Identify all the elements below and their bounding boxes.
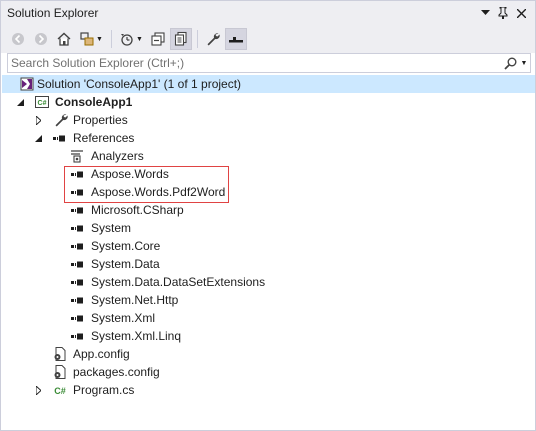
- reference-label: Aspose.Words: [91, 167, 169, 181]
- tree-item-file[interactable]: App.config: [2, 345, 535, 363]
- reference-label: System.Xml: [91, 311, 156, 325]
- tree-item-reference[interactable]: System.Xml: [2, 309, 535, 327]
- collapse-all-icon[interactable]: [147, 28, 169, 50]
- collapsed-arrow-icon[interactable]: [31, 111, 45, 129]
- assembly-reference-icon: [70, 184, 86, 200]
- solution-explorer-panel: Solution Explorer ▼ ▼ Search Solution Ex…: [0, 0, 536, 431]
- properties-wrench-icon[interactable]: [202, 28, 224, 50]
- show-all-files-icon[interactable]: [170, 28, 192, 50]
- tree-item-solution[interactable]: Solution 'ConsoleApp1' (1 of 1 project): [2, 75, 535, 93]
- panel-title: Solution Explorer: [7, 6, 99, 20]
- assembly-reference-icon: [70, 292, 86, 308]
- tree-item-reference[interactable]: System.Data: [2, 255, 535, 273]
- search-options-dropdown-icon[interactable]: ▼: [518, 60, 530, 67]
- svg-text:C#: C#: [54, 386, 66, 396]
- solution-label: Solution 'ConsoleApp1' (1 of 1 project): [37, 77, 242, 91]
- reference-label: System: [91, 221, 132, 235]
- expanded-arrow-icon[interactable]: [31, 129, 45, 147]
- reference-label: System.Xml.Linq: [91, 329, 182, 343]
- file-label: packages.config: [73, 365, 160, 379]
- csharp-project-icon: C#: [34, 94, 50, 110]
- csharp-file-icon: C#: [52, 382, 68, 398]
- toolbar-separator: [197, 30, 198, 48]
- tree-item-properties[interactable]: Properties: [2, 111, 535, 129]
- back-icon[interactable]: [7, 28, 29, 50]
- assembly-reference-icon: [70, 328, 86, 344]
- assembly-reference-icon: [70, 310, 86, 326]
- tree-item-reference[interactable]: Aspose.Words.Pdf2Word: [2, 183, 535, 201]
- reference-label: Aspose.Words.Pdf2Word: [91, 185, 226, 199]
- svg-text:C#: C#: [38, 100, 47, 107]
- assembly-reference-icon: [70, 220, 86, 236]
- reference-label: Analyzers: [91, 149, 144, 163]
- assembly-reference-icon: [70, 166, 86, 182]
- config-file-icon: [52, 364, 68, 380]
- tree-item-reference[interactable]: Analyzers: [2, 147, 535, 165]
- reference-label: System.Net.Http: [91, 293, 179, 307]
- switch-views-icon[interactable]: ▼: [76, 28, 106, 50]
- file-label: App.config: [73, 347, 130, 361]
- wrench-icon: [53, 112, 69, 128]
- search-icon[interactable]: [502, 55, 518, 71]
- window-position-dropdown-icon[interactable]: [477, 5, 493, 21]
- tree-item-reference[interactable]: System.Xml.Linq: [2, 327, 535, 345]
- forward-icon[interactable]: [30, 28, 52, 50]
- assembly-reference-icon: [70, 238, 86, 254]
- references-icon: [52, 130, 68, 146]
- tree-item-reference[interactable]: System.Core: [2, 237, 535, 255]
- assembly-reference-icon: [70, 202, 86, 218]
- tree-item-reference[interactable]: System.Net.Http: [2, 291, 535, 309]
- close-icon[interactable]: [513, 5, 529, 21]
- tree-item-project[interactable]: C# ConsoleApp1: [2, 93, 535, 111]
- expanded-arrow-icon[interactable]: [13, 93, 27, 111]
- search-box[interactable]: ▼: [7, 53, 531, 73]
- toolbar: ▼ ▼: [1, 25, 535, 53]
- project-label: ConsoleApp1: [55, 95, 133, 109]
- reference-label: System.Core: [91, 239, 161, 253]
- tree-item-references[interactable]: References: [2, 129, 535, 147]
- reference-label: System.Data.DataSetExtensions: [91, 275, 266, 289]
- pending-changes-filter-icon[interactable]: ▼: [116, 28, 146, 50]
- tree-item-file[interactable]: packages.config: [2, 363, 535, 381]
- search-input[interactable]: [8, 54, 502, 72]
- tree-item-reference[interactable]: Microsoft.CSharp: [2, 201, 535, 219]
- tree-item-reference[interactable]: Aspose.Words: [2, 165, 535, 183]
- reference-label: System.Data: [91, 257, 160, 271]
- pin-icon[interactable]: [495, 5, 511, 21]
- collapsed-arrow-icon[interactable]: [31, 381, 45, 399]
- reference-label: Microsoft.CSharp: [91, 203, 184, 217]
- tree-item-reference[interactable]: System.Data.DataSetExtensions: [2, 273, 535, 291]
- solution-tree: Solution 'ConsoleApp1' (1 of 1 project) …: [2, 75, 535, 399]
- preview-selected-icon[interactable]: [225, 28, 247, 50]
- home-icon[interactable]: [53, 28, 75, 50]
- tree-item-reference[interactable]: System: [2, 219, 535, 237]
- config-file-icon: [52, 346, 68, 362]
- solution-icon: [19, 76, 35, 92]
- file-label: Program.cs: [73, 383, 135, 397]
- properties-label: Properties: [73, 113, 128, 127]
- tree-item-file[interactable]: C# Program.cs: [2, 381, 535, 399]
- references-label: References: [73, 131, 135, 145]
- analyzers-icon: [70, 148, 86, 164]
- toolbar-separator: [111, 30, 112, 48]
- assembly-reference-icon: [70, 274, 86, 290]
- title-bar: Solution Explorer: [1, 1, 535, 25]
- assembly-reference-icon: [70, 256, 86, 272]
